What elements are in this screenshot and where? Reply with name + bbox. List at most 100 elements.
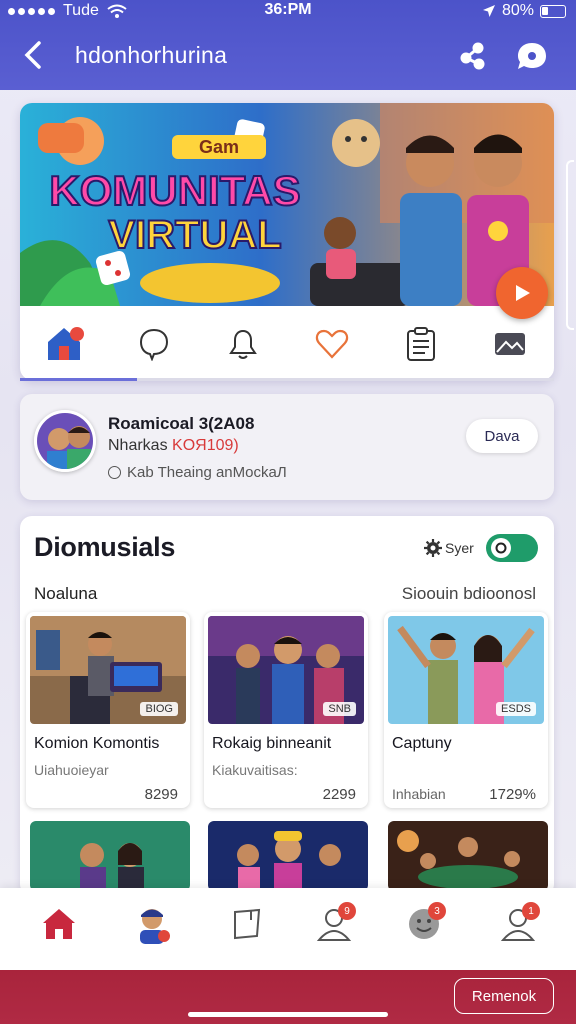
- heart-icon: [315, 329, 348, 359]
- hero-badge-text: Gam: [199, 137, 239, 157]
- app-header: Tude 36:PM 80% hdonhorhurina: [0, 0, 576, 90]
- share-button[interactable]: [456, 39, 490, 73]
- game-thumbnail: ESDS: [388, 616, 544, 724]
- image-icon: [494, 333, 525, 355]
- hero-clipboard-button[interactable]: [376, 308, 465, 380]
- location-icon: [482, 5, 495, 17]
- status-bar: Tude 36:PM 80%: [0, 0, 576, 22]
- game-title: Captuny: [392, 735, 452, 752]
- nav-home[interactable]: [37, 902, 81, 946]
- chat-bubble-icon: [518, 43, 546, 69]
- subsection-right-link[interactable]: Sioouin bdioonosl: [402, 584, 536, 604]
- hero-icon-row: [20, 308, 554, 380]
- avatar-icon: [140, 909, 170, 944]
- notification-badge: 3: [428, 902, 446, 920]
- profile-status: Kab Theaing anMockaЛ: [108, 464, 287, 481]
- game-price: 2299: [322, 786, 356, 803]
- flag-icon: [234, 908, 261, 940]
- game-card[interactable]: BIOG Komion Komontis Uiahuoieyar 8299: [26, 612, 190, 808]
- home-icon: [47, 327, 84, 360]
- chat-button[interactable]: [515, 39, 549, 73]
- footer-bar: Remenok: [0, 970, 576, 1024]
- nav-bookmarks[interactable]: [225, 902, 269, 946]
- back-button[interactable]: [16, 38, 50, 72]
- avatar-image: [37, 413, 93, 469]
- notification-badge: 9: [338, 902, 356, 920]
- nav-bar: hdonhorhurina: [0, 30, 576, 80]
- game-title: Komion Komontis: [34, 735, 160, 752]
- nav-account[interactable]: 1: [496, 902, 540, 946]
- game-card[interactable]: SNB Rokaig binneanit Kiakuvaitisas: 2299: [204, 612, 368, 808]
- profile-card[interactable]: Roamicoal 3(2A08 Nharkas KOЯ109) Kab The…: [20, 394, 554, 500]
- game-badge: SNB: [323, 702, 356, 716]
- hero-progress-track: [20, 378, 554, 381]
- hero-banner-image: Gam KOMUNITAS VIRTUAL: [20, 103, 554, 306]
- wifi-icon: [107, 4, 127, 18]
- subsection-left-label: Noaluna: [34, 584, 98, 603]
- home-indicator[interactable]: [188, 1012, 388, 1017]
- clipboard-icon: [406, 327, 435, 361]
- game-thumbnail-image: [208, 821, 368, 891]
- game-card[interactable]: ESDS Captuny Inhabian 1729%: [384, 612, 548, 808]
- profile-sub-accent: KOЯ109): [172, 437, 239, 454]
- profile-sub-prefix: Nharkas: [108, 437, 168, 454]
- hero-progress-fill: [20, 378, 138, 381]
- hero-bell-button[interactable]: [198, 308, 287, 380]
- home-icon: [43, 909, 75, 939]
- hero-headline-1: KOMUNITAS: [49, 167, 300, 214]
- notification-badge: 1: [522, 902, 540, 920]
- chat-icon: [139, 328, 168, 361]
- hero-headline-2: VIRTUAL: [108, 213, 281, 257]
- battery-icon: [540, 4, 566, 18]
- bottom-nav: 9 3 1: [0, 888, 576, 970]
- scroll-indicator[interactable]: [566, 160, 574, 330]
- game-title: Rokaig binneanit: [212, 735, 332, 752]
- game-price: 1729%: [489, 786, 536, 803]
- game-price: 8299: [144, 786, 178, 803]
- nav-friends[interactable]: 3: [402, 902, 446, 946]
- toggle-knob: [491, 538, 511, 558]
- share-icon: [460, 42, 485, 70]
- filter-label-text: Syer: [445, 540, 474, 556]
- profile-subtitle: Nharkas KOЯ109): [108, 437, 239, 455]
- status-left: Tude: [8, 2, 127, 20]
- game-badge: BIOG: [140, 702, 178, 716]
- game-price-label: Inhabian: [392, 786, 446, 802]
- profile-status-text: Kab Theaing anMockaЛ: [127, 464, 287, 481]
- game-subtitle: Kiakuvaitisas:: [212, 762, 298, 778]
- profile-avatar: [34, 410, 96, 472]
- hero-heart-button[interactable]: [287, 308, 376, 380]
- signal-icon: [8, 7, 55, 15]
- nav-avatar[interactable]: [130, 902, 174, 946]
- battery-percent: 80%: [501, 2, 534, 19]
- game-badge: ESDS: [496, 702, 536, 716]
- game-subtitle: Uiahuoieyar: [34, 762, 109, 778]
- hero-home-button[interactable]: [20, 308, 109, 380]
- profile-action-button[interactable]: Dava: [466, 419, 538, 453]
- status-ring-icon: [108, 466, 121, 479]
- hero-chat-button[interactable]: [109, 308, 198, 380]
- page-title: hdonhorhurina: [75, 42, 228, 68]
- game-thumbnail: BIOG: [30, 616, 186, 724]
- footer-cta-button[interactable]: Remenok: [454, 978, 554, 1014]
- game-thumbnail-image: [388, 821, 548, 891]
- game-thumbnail-image: [30, 821, 190, 891]
- profile-name: Roamicoal 3(2A08: [108, 414, 255, 433]
- gear-icon: [424, 539, 442, 557]
- game-card-partial[interactable]: [388, 821, 548, 891]
- game-card-partial[interactable]: [208, 821, 368, 891]
- nav-profile[interactable]: 9: [312, 902, 356, 946]
- play-icon: [516, 285, 530, 301]
- status-right: 80%: [482, 2, 566, 20]
- filter-control[interactable]: Syer: [424, 539, 474, 557]
- game-card-partial[interactable]: [30, 821, 190, 891]
- filter-toggle[interactable]: [486, 534, 538, 562]
- carrier-label: Tude: [63, 2, 99, 19]
- hero-gallery-button[interactable]: [465, 308, 554, 380]
- bell-icon: [228, 329, 257, 359]
- section-title: Diomusials: [34, 532, 176, 562]
- main-card: Diomusials Syer Noaluna Sioouin bdioonos…: [20, 516, 554, 896]
- hero-card[interactable]: Gam KOMUNITAS VIRTUAL: [20, 103, 554, 380]
- game-thumbnail: SNB: [208, 616, 364, 724]
- toggle-icon: [495, 542, 507, 554]
